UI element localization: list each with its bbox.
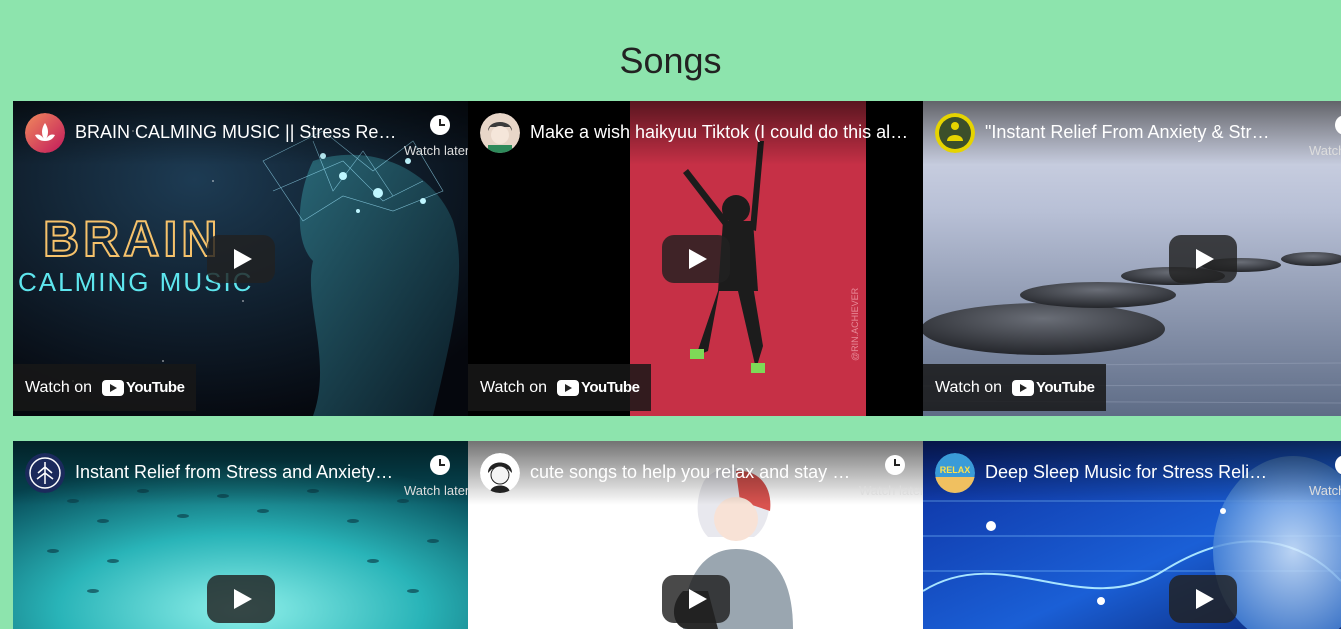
video-embed-haikyuu-tiktok[interactable]: @RIN.ACHIEVER Make a wish haikyuu Tiktok… [468,101,923,416]
play-button[interactable] [206,575,275,623]
video-embed-instant-relief[interactable]: "Instant Relief From Anxiety & Stress" P… [923,101,1341,416]
video-title[interactable]: cute songs to help you relax and stay ca… [530,462,853,483]
watch-later-button[interactable]: Watch later [404,113,468,159]
video-title[interactable]: Deep Sleep Music for Stress Relief: Heal… [985,462,1271,483]
play-button[interactable] [1169,575,1237,623]
video-embed-cute-songs[interactable]: cute songs to help you relax and stay ca… [468,441,923,629]
video-title[interactable]: Instant Relief from Stress and Anxiety |… [75,462,398,483]
thumbnail-watermark: @RIN.ACHIEVER [850,287,860,361]
watch-on-youtube-button[interactable]: Watch on YouTube [13,364,197,411]
thumbnail-text-brain: BRAIN [43,211,221,267]
channel-avatar[interactable] [480,453,520,493]
youtube-wordmark: YouTube [1036,379,1095,396]
play-button[interactable] [661,575,730,623]
video-embed-deep-sleep[interactable]: RELAX Deep Sleep Music for Stress Relief… [923,441,1341,629]
watch-later-label: Watch later [1309,483,1341,498]
youtube-play-icon [102,379,124,396]
youtube-logo: YouTube [102,379,185,396]
watch-later-button[interactable]: Watch later [404,453,468,499]
clock-icon [1335,115,1341,135]
avatar-relax-text: RELAX [940,465,971,475]
play-button[interactable] [1169,234,1237,283]
watch-on-youtube-button[interactable]: Watch on YouTube [923,364,1107,411]
youtube-logo: YouTube [557,379,640,396]
channel-avatar[interactable] [480,113,520,153]
play-button[interactable] [661,234,730,283]
video-embed-brain-calming[interactable]: BRAIN CALMING MUSIC BRAIN CALMING MUSIC … [13,101,468,416]
page-title: Songs [619,40,722,81]
watch-later-button[interactable]: Watch later [1309,453,1341,499]
youtube-play-icon [557,379,579,396]
clock-icon [1335,455,1341,475]
watch-on-youtube-button[interactable]: Watch on YouTube [468,364,652,411]
video-embed-relief-stress-anxiety[interactable]: Instant Relief from Stress and Anxiety |… [13,441,468,629]
play-button[interactable] [206,234,275,283]
watch-later-button[interactable]: Watch later [859,453,923,499]
clock-icon [885,455,905,475]
watch-later-label: Watch later [404,483,468,498]
watch-later-button[interactable]: Watch later [1309,113,1341,159]
watch-on-label: Watch on [25,378,92,396]
channel-avatar[interactable] [25,113,65,153]
clock-icon [430,115,450,135]
video-title[interactable]: BRAIN CALMING MUSIC || Stress Relief Mus… [75,122,398,143]
clock-icon [430,455,450,475]
youtube-logo: YouTube [1012,379,1095,396]
video-title[interactable]: Make a wish haikyuu Tiktok (I could do t… [530,122,911,143]
watch-on-label: Watch on [480,378,547,396]
channel-avatar[interactable] [25,453,65,493]
channel-avatar[interactable]: RELAX [935,453,975,493]
watch-later-label: Watch later [404,143,468,158]
watch-later-label: Watch later [1309,143,1341,158]
youtube-wordmark: YouTube [126,379,185,396]
youtube-wordmark: YouTube [581,379,640,396]
watch-later-label: Watch later [859,483,923,498]
youtube-play-icon [1012,379,1034,396]
video-title[interactable]: "Instant Relief From Anxiety & Stress" P… [985,122,1271,143]
watch-on-label: Watch on [935,378,1002,396]
channel-avatar[interactable] [935,113,975,153]
